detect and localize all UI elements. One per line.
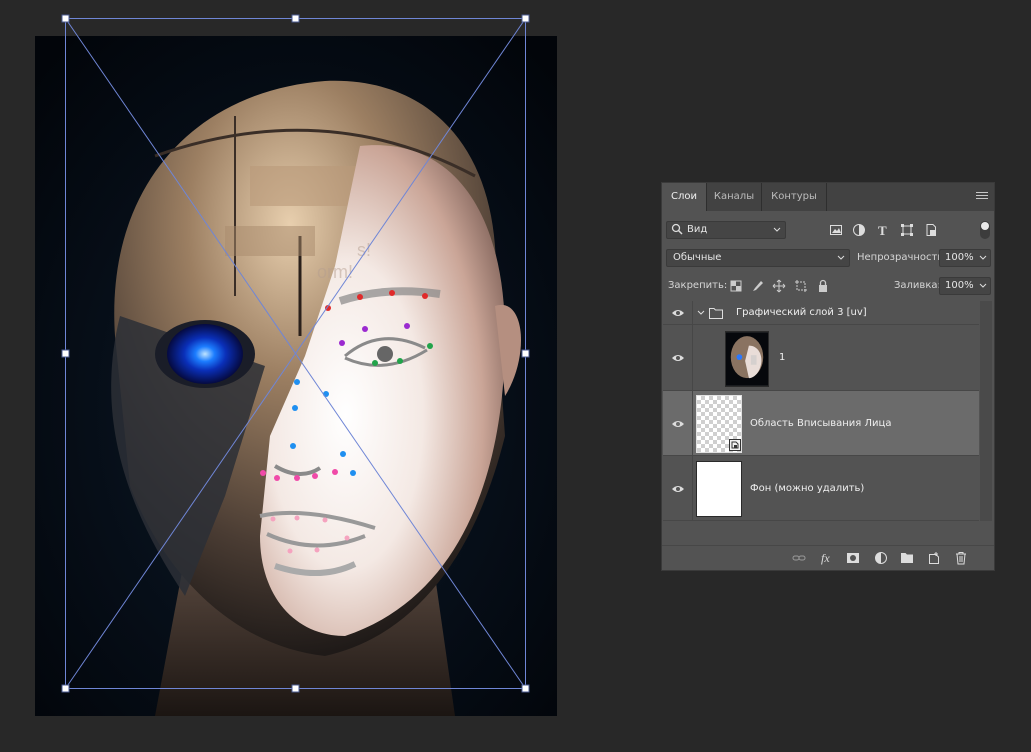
panel-tabs: Слои Каналы Контуры	[662, 183, 994, 211]
search-icon	[671, 223, 683, 235]
canvas-artwork: s! orm!	[35, 36, 557, 716]
opacity-field[interactable]: 100%	[939, 249, 991, 267]
chevron-down-icon	[773, 227, 781, 232]
transform-handle-top-right[interactable]	[521, 14, 530, 23]
layer-name: 1	[779, 352, 786, 363]
lock-transparency-icon[interactable]	[729, 279, 743, 293]
filter-smart-object-icon[interactable]	[924, 223, 938, 237]
filter-kind-value: Вид	[687, 224, 708, 235]
overlay-text-1: s!	[357, 240, 371, 260]
eye-icon[interactable]	[671, 419, 685, 429]
folder-icon	[709, 308, 723, 319]
chevron-down-icon[interactable]	[979, 255, 987, 261]
layer-row-image[interactable]: 1	[663, 325, 979, 391]
skull-plate	[225, 226, 315, 256]
tab-paths[interactable]: Контуры	[762, 183, 827, 211]
overlay-text-2: orm!	[317, 262, 353, 282]
lock-row: Закрепить: Заливка: 100%	[662, 275, 994, 297]
tab-layers[interactable]: Слои	[662, 183, 707, 211]
tab-channels[interactable]: Каналы	[707, 183, 762, 211]
delete-layer-icon[interactable]	[954, 551, 968, 565]
eye-guide-iris	[377, 346, 393, 362]
layer-name: Графический слой 3 [uv]	[736, 307, 867, 318]
layers-panel: Слои Каналы Контуры Вид T Обычные Непроз…	[661, 182, 995, 571]
fill-value: 100%	[945, 280, 974, 291]
filter-kind-select[interactable]: Вид	[666, 221, 786, 239]
chevron-down-icon	[837, 255, 845, 260]
lock-artboard-icon[interactable]	[794, 279, 808, 293]
blend-row: Обычные Непрозрачность: 100%	[662, 247, 994, 269]
transform-handle-top-left[interactable]	[61, 14, 70, 23]
filter-row: Вид T	[662, 219, 994, 241]
layer-row-group[interactable]: Графический слой 3 [uv]	[663, 301, 979, 325]
new-adjustment-icon[interactable]	[874, 551, 888, 565]
fill-label: Заливка:	[894, 280, 941, 291]
layers-list: Графический слой 3 [uv] 1 Область Вписыв…	[663, 301, 979, 521]
skull-plate	[250, 166, 360, 206]
layer-name: Область Вписывания Лица	[750, 418, 892, 429]
chevron-down-icon[interactable]	[979, 283, 987, 289]
filter-pixel-icon[interactable]	[829, 223, 843, 237]
svg-text:T: T	[878, 223, 887, 237]
svg-text:fx: fx	[821, 551, 830, 565]
lock-pixels-icon[interactable]	[751, 279, 765, 293]
smart-object-badge-icon	[729, 439, 741, 451]
panel-menu-icon[interactable]	[976, 192, 988, 202]
document-canvas[interactable]: s! orm!	[35, 36, 557, 716]
blend-mode-value: Обычные	[673, 252, 722, 263]
filter-toggle[interactable]	[980, 221, 990, 239]
panel-bottom-toolbar: fx	[662, 545, 994, 570]
layer-thumbnail	[725, 331, 769, 387]
robot-eye	[167, 324, 243, 384]
link-layers-icon[interactable]	[792, 551, 806, 565]
new-layer-icon[interactable]	[927, 551, 941, 565]
opacity-value: 100%	[945, 252, 974, 263]
layers-scrollbar[interactable]	[980, 301, 992, 521]
eye-icon[interactable]	[671, 308, 685, 318]
new-group-icon[interactable]	[900, 551, 914, 565]
layer-name: Фон (можно удалить)	[750, 483, 865, 494]
lock-label: Закрепить:	[668, 280, 728, 291]
layer-row-smart-object[interactable]: Область Вписывания Лица	[663, 391, 979, 456]
layer-row-background[interactable]: Фон (можно удалить)	[663, 456, 979, 521]
eye-icon[interactable]	[671, 484, 685, 494]
filter-type-icon[interactable]: T	[876, 223, 890, 237]
opacity-label: Непрозрачность:	[857, 252, 947, 263]
filter-adjustment-icon[interactable]	[852, 223, 866, 237]
transform-handle-top[interactable]	[291, 14, 300, 23]
add-mask-icon[interactable]	[846, 551, 860, 565]
chevron-down-icon[interactable]	[697, 310, 705, 316]
lock-all-icon[interactable]	[816, 279, 830, 293]
blend-mode-select[interactable]: Обычные	[666, 249, 850, 267]
fill-field[interactable]: 100%	[939, 277, 991, 295]
fx-icon[interactable]: fx	[820, 551, 834, 565]
filter-shape-icon[interactable]	[900, 223, 914, 237]
layer-thumbnail	[696, 461, 742, 517]
lock-position-icon[interactable]	[772, 279, 786, 293]
eye-icon[interactable]	[671, 353, 685, 363]
